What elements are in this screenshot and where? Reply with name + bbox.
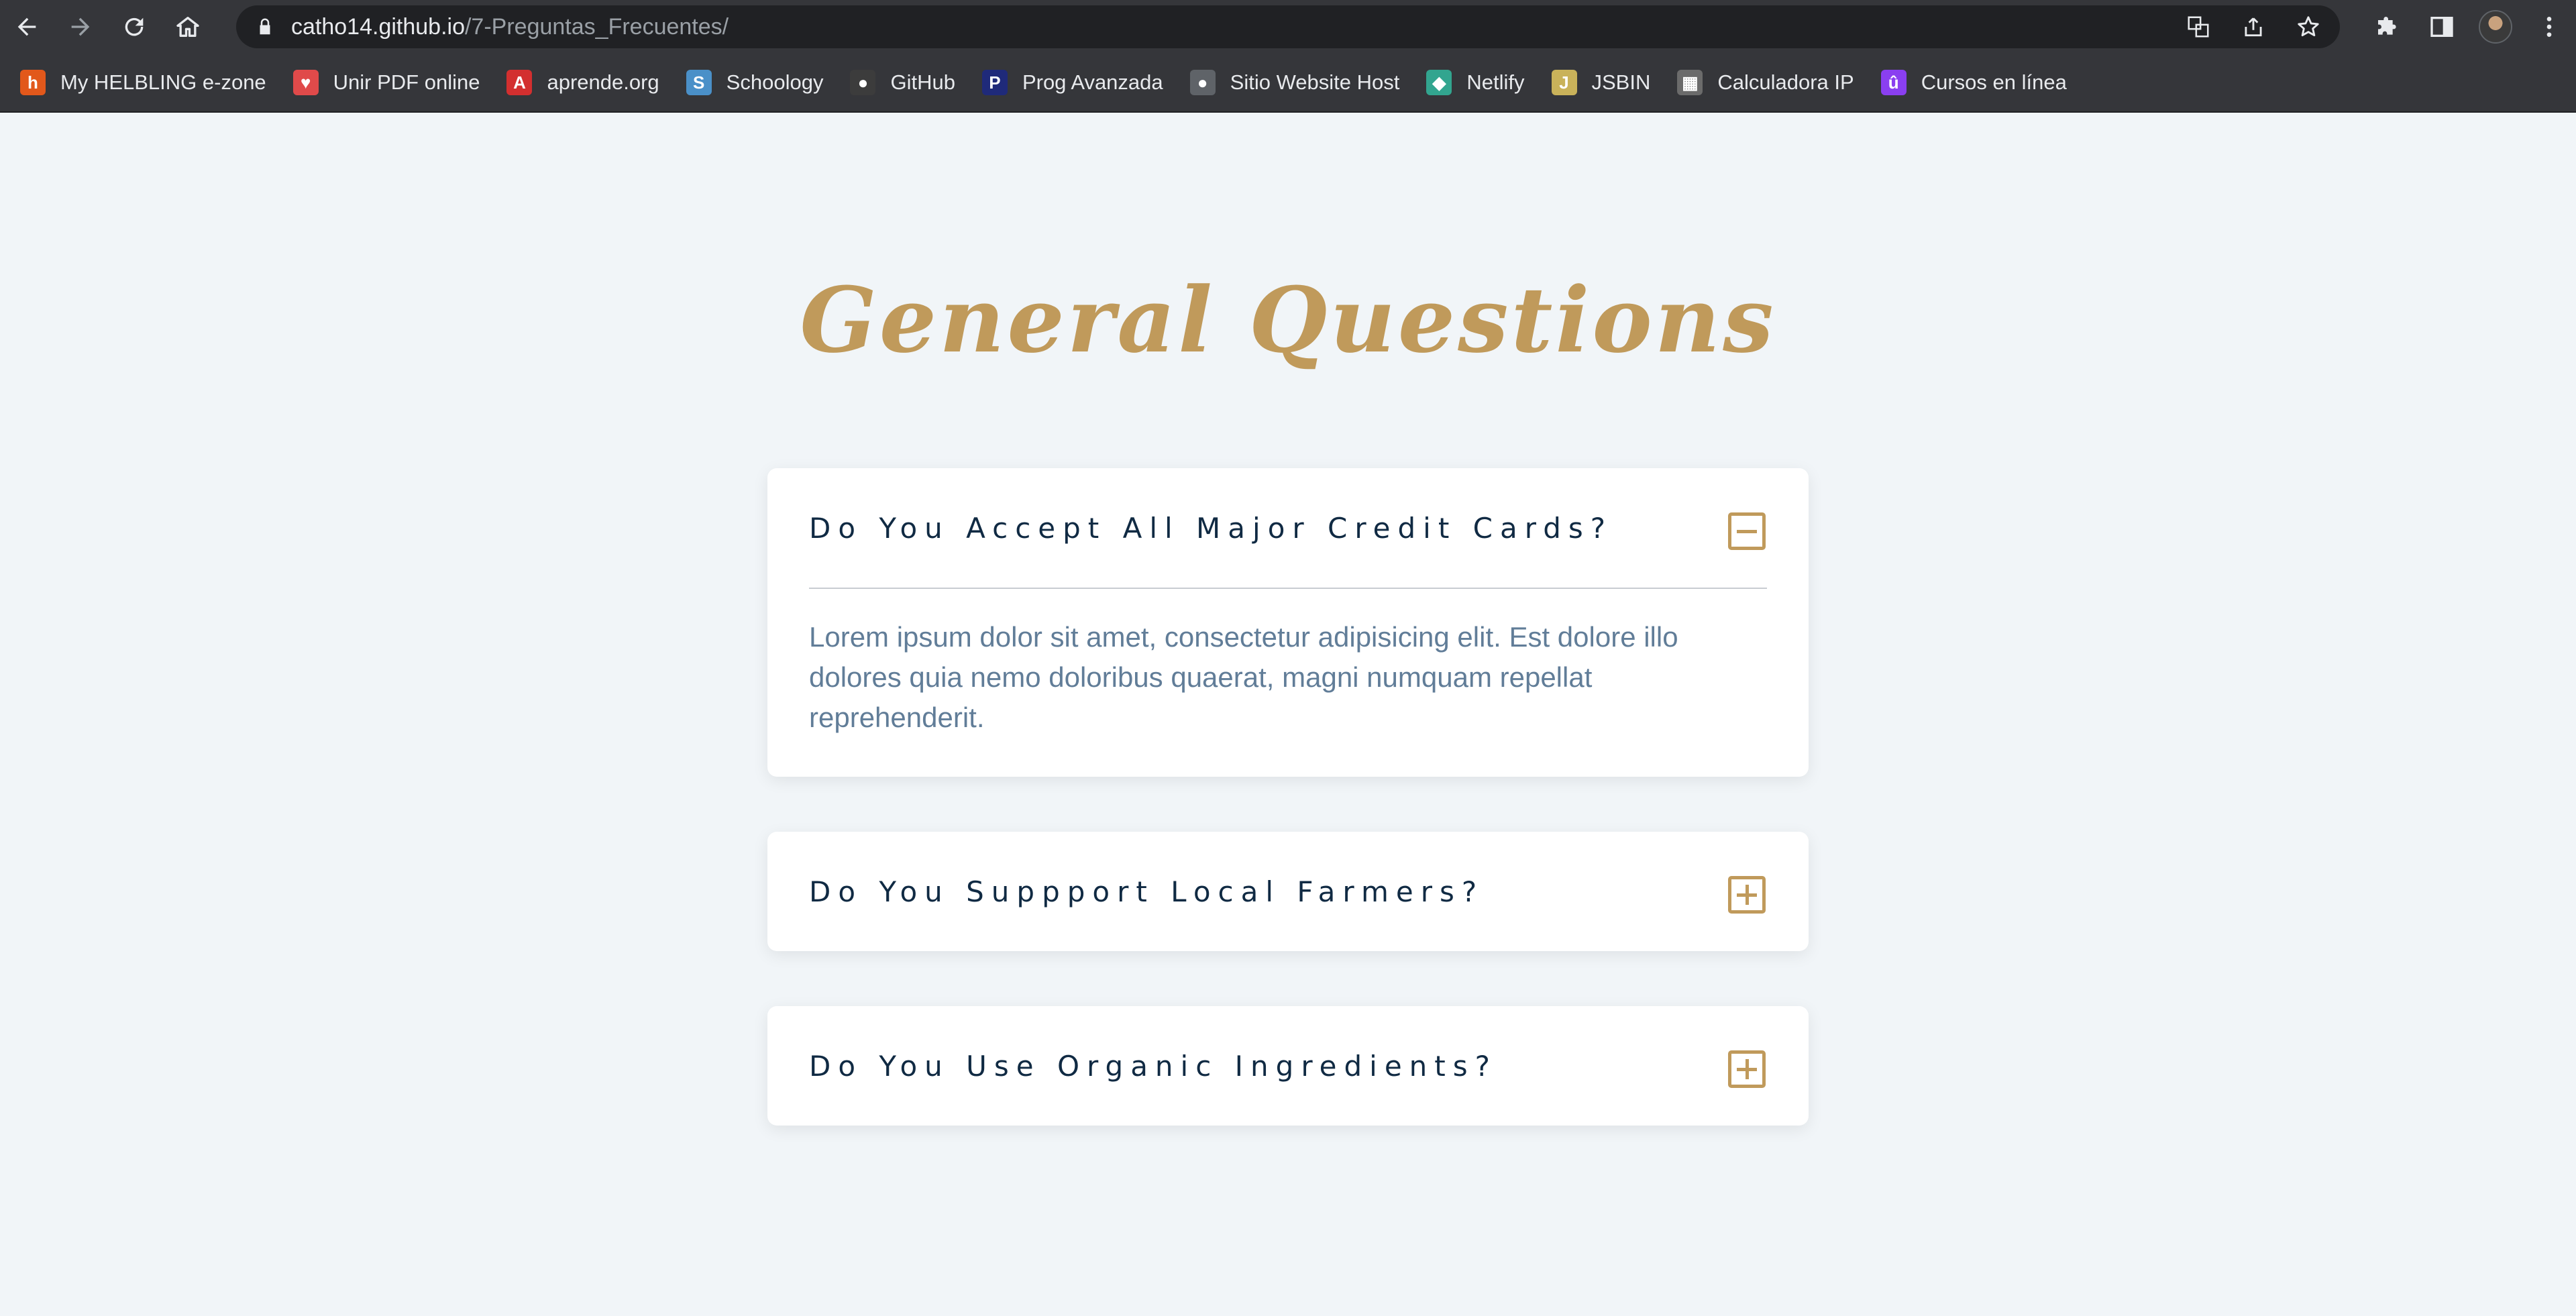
faq-header[interactable]: Do You Use Organic Ingredients?	[767, 1006, 1809, 1126]
bookmark-item[interactable]: P Prog Avanzada	[981, 70, 1163, 95]
back-button[interactable]	[0, 0, 54, 54]
bookmark-item[interactable]: ▦ Calculadora IP	[1677, 70, 1854, 95]
home-button[interactable]	[161, 0, 215, 54]
address-bar[interactable]: catho14.github.io/7-Preguntas_Frecuentes…	[236, 5, 2340, 48]
star-icon[interactable]	[2296, 14, 2321, 40]
share-icon[interactable]	[2241, 14, 2266, 40]
url-host: catho14.github.io	[291, 13, 465, 40]
reload-icon	[125, 17, 144, 36]
bookmark-label: Sitio Website Host	[1230, 70, 1400, 94]
bookmark-label: My HELBLING e-zone	[60, 70, 266, 94]
faq-item: Do You Accept All Major Credit Cards? Lo…	[767, 468, 1809, 777]
bookmark-label: JSBIN	[1591, 70, 1651, 94]
faq-question: Do You Accept All Major Credit Cards?	[809, 511, 1613, 545]
prog-icon: P	[981, 70, 1008, 95]
menu-button[interactable]	[2522, 0, 2576, 54]
bookmark-item[interactable]: J JSBIN	[1551, 70, 1651, 95]
bookmark-item[interactable]: S Schoology	[686, 70, 824, 95]
profile-button[interactable]	[2469, 0, 2522, 54]
faq-item: Do You Use Organic Ingredients?	[767, 1006, 1809, 1126]
avatar	[2479, 10, 2512, 44]
faq-answer: Lorem ipsum dolor sit amet, consectetur …	[809, 621, 1678, 733]
bookmark-item[interactable]: ◆ Netlify	[1426, 70, 1525, 95]
bookmark-item[interactable]: h My HELBLING e-zone	[20, 70, 266, 95]
netlify-icon: ◆	[1426, 70, 1452, 95]
faq-header[interactable]: Do You Accept All Major Credit Cards?	[767, 468, 1809, 588]
bookmark-item[interactable]: û Cursos en línea	[1880, 70, 2067, 95]
bookmark-label: aprende.org	[547, 70, 659, 94]
bookmark-item[interactable]: ● Sitio Website Host	[1189, 70, 1400, 95]
faq-item: Do You Suppport Local Farmers?	[767, 832, 1809, 951]
globe-icon: ●	[1189, 70, 1216, 95]
side-panel-button[interactable]	[2415, 0, 2469, 54]
faq-header[interactable]: Do You Suppport Local Farmers?	[767, 832, 1809, 951]
more-vert-icon	[2546, 17, 2552, 37]
browser-toolbar: catho14.github.io/7-Preguntas_Frecuentes…	[0, 0, 2576, 54]
puzzle-icon	[2378, 17, 2396, 35]
forward-button[interactable]	[54, 0, 107, 54]
extensions-button[interactable]	[2361, 0, 2415, 54]
arrow-right-icon	[71, 17, 90, 36]
bookmark-label: Unir PDF online	[333, 70, 480, 94]
bookmark-item[interactable]: ● GitHub	[850, 70, 955, 95]
bookmark-label: Prog Avanzada	[1022, 70, 1163, 94]
translate-icon[interactable]	[2186, 14, 2211, 40]
bookmark-label: Netlify	[1466, 70, 1525, 94]
aprende-icon: A	[506, 70, 533, 95]
plus-icon[interactable]	[1728, 876, 1766, 914]
minus-icon[interactable]	[1728, 512, 1766, 550]
side-panel-icon	[2430, 17, 2453, 37]
github-icon: ●	[850, 70, 876, 95]
udemy-icon: û	[1880, 70, 1907, 95]
url-text: catho14.github.io/7-Preguntas_Frecuentes…	[291, 14, 729, 40]
bookmark-label: Schoology	[726, 70, 824, 94]
calculator-icon: ▦	[1677, 70, 1703, 95]
jsbin-icon: J	[1551, 70, 1577, 95]
url-path: /7-Preguntas_Frecuentes/	[464, 13, 729, 40]
bookmarks-bar: h My HELBLING e-zone ♥ Unir PDF online Aapre…	[0, 54, 2576, 113]
arrow-left-icon	[17, 17, 36, 36]
page-title: General Questions	[800, 267, 1776, 373]
faq-question: Do You Use Organic Ingredients?	[809, 1049, 1497, 1083]
helbling-icon: h	[20, 70, 46, 95]
lock-icon	[260, 18, 270, 35]
bookmark-label: Calculadora IP	[1717, 70, 1854, 94]
plus-icon[interactable]	[1728, 1050, 1766, 1088]
bookmark-label: Cursos en línea	[1921, 70, 2067, 94]
heart-icon: ♥	[292, 70, 319, 95]
bookmark-item[interactable]: Aaprende.org	[506, 70, 659, 95]
reload-button[interactable]	[107, 0, 161, 54]
bookmark-item[interactable]: ♥ Unir PDF online	[292, 70, 480, 95]
schoology-icon: S	[686, 70, 712, 95]
page-content: General Questions Do You Accept All Majo…	[0, 114, 2576, 1316]
home-icon	[176, 17, 199, 37]
faq-question: Do You Suppport Local Farmers?	[809, 875, 1485, 908]
bookmark-label: GitHub	[890, 70, 955, 94]
